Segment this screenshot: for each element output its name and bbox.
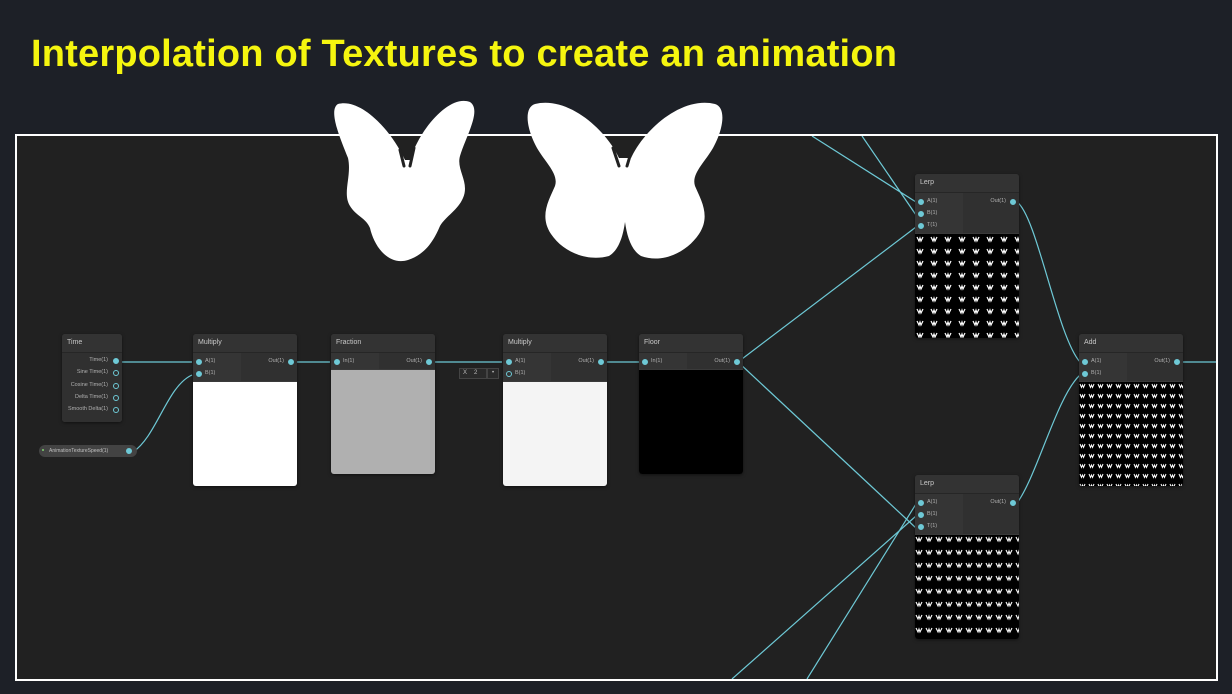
node-preview bbox=[331, 370, 435, 474]
port-label: Sine Time(1) bbox=[76, 369, 108, 375]
port-label: Smooth Delta(1) bbox=[67, 406, 108, 412]
node-title: Multiply bbox=[503, 334, 607, 353]
port-label: Delta Time(1) bbox=[74, 394, 108, 400]
port-label: Cosine Time(1) bbox=[70, 382, 108, 388]
multiply-node[interactable]: Multiply A(1) B(1) Out(1) bbox=[193, 334, 297, 486]
output-port[interactable] bbox=[1010, 199, 1016, 205]
node-title: Lerp bbox=[915, 174, 1019, 193]
output-port[interactable] bbox=[426, 359, 432, 365]
port-label: Out(1) bbox=[990, 198, 1006, 204]
port-label: A(1) bbox=[515, 358, 526, 364]
slide-title: Interpolation of Textures to create an a… bbox=[31, 33, 898, 75]
output-port[interactable] bbox=[1174, 359, 1180, 365]
input-port-a[interactable] bbox=[1082, 359, 1088, 365]
output-port[interactable] bbox=[1010, 500, 1016, 506]
port-label: B(1) bbox=[927, 210, 938, 216]
port-label: B(1) bbox=[927, 511, 938, 517]
node-preview bbox=[1079, 382, 1183, 486]
port-label: T(1) bbox=[927, 523, 938, 529]
input-port-b[interactable] bbox=[506, 371, 512, 377]
inline-port-connector: • bbox=[487, 368, 499, 379]
inline-value-field[interactable]: X 2 bbox=[459, 368, 487, 379]
port-label: Out(1) bbox=[714, 358, 730, 364]
port-label: B(1) bbox=[1091, 370, 1102, 376]
node-title: Floor bbox=[639, 334, 743, 353]
fraction-node[interactable]: Fraction In(1) Out(1) bbox=[331, 334, 435, 474]
input-port[interactable] bbox=[642, 359, 648, 365]
output-port[interactable] bbox=[113, 383, 119, 389]
add-node[interactable]: Add A(1) B(1) Out(1) bbox=[1079, 334, 1183, 486]
input-port-a[interactable] bbox=[918, 199, 924, 205]
port-label: A(1) bbox=[205, 358, 216, 364]
port-label: Out(1) bbox=[1154, 358, 1170, 364]
node-title: Multiply bbox=[193, 334, 297, 353]
port-label: T(1) bbox=[927, 222, 938, 228]
value-text: 2 bbox=[474, 370, 478, 376]
port-label: Out(1) bbox=[406, 358, 422, 364]
node-preview bbox=[915, 535, 1019, 639]
node-title: Lerp bbox=[915, 475, 1019, 494]
port-label: In(1) bbox=[343, 358, 355, 364]
port-label: Time(1) bbox=[89, 357, 108, 363]
output-port[interactable] bbox=[113, 370, 119, 376]
output-port[interactable] bbox=[734, 359, 740, 365]
input-port-a[interactable] bbox=[918, 500, 924, 506]
texture-speed-property-node[interactable]: AnimationTextureSpeed(1) bbox=[39, 445, 137, 457]
lerp-node-top[interactable]: Lerp A(1) B(1) T(1) Out(1) bbox=[915, 174, 1019, 338]
node-preview bbox=[503, 382, 607, 486]
butterfly-wings-closed-icon bbox=[334, 100, 475, 262]
port-label: A(1) bbox=[927, 499, 938, 505]
output-port[interactable] bbox=[288, 359, 294, 365]
input-port-t[interactable] bbox=[918, 524, 924, 530]
butterfly-wings-open-icon bbox=[527, 102, 723, 259]
node-preview bbox=[639, 370, 743, 474]
output-port[interactable] bbox=[113, 395, 119, 401]
port-label: A(1) bbox=[927, 198, 938, 204]
port-label: A(1) bbox=[1091, 358, 1102, 364]
input-port-b[interactable] bbox=[918, 211, 924, 217]
property-indicator bbox=[42, 449, 44, 451]
node-title: Time bbox=[62, 334, 122, 353]
output-port[interactable] bbox=[126, 448, 132, 454]
output-port[interactable] bbox=[113, 358, 119, 364]
input-port[interactable] bbox=[334, 359, 340, 365]
floor-node[interactable]: Floor In(1) Out(1) bbox=[639, 334, 743, 474]
port-label: Out(1) bbox=[990, 499, 1006, 505]
multiply-node-2[interactable]: Multiply A(1) B(1) Out(1) bbox=[503, 334, 607, 486]
axis-label: X bbox=[463, 370, 468, 376]
property-label: AnimationTextureSpeed(1) bbox=[49, 448, 109, 454]
node-title: Fraction bbox=[331, 334, 435, 353]
lerp-node-bottom[interactable]: Lerp A(1) B(1) T(1) Out(1) bbox=[915, 475, 1019, 639]
input-port-b[interactable] bbox=[918, 512, 924, 518]
port-label: B(1) bbox=[205, 370, 216, 376]
node-title: Add bbox=[1079, 334, 1183, 353]
node-preview bbox=[915, 234, 1019, 338]
input-port-a[interactable] bbox=[506, 359, 512, 365]
input-port-b[interactable] bbox=[1082, 371, 1088, 377]
port-label: Out(1) bbox=[578, 358, 594, 364]
input-port-a[interactable] bbox=[196, 359, 202, 365]
port-label: B(1) bbox=[515, 370, 526, 376]
node-preview bbox=[193, 382, 297, 486]
time-node[interactable]: Time Time(1) Sine Time(1) Cosine Time(1)… bbox=[62, 334, 122, 422]
input-port-b[interactable] bbox=[196, 371, 202, 377]
output-port[interactable] bbox=[113, 407, 119, 413]
port-label: In(1) bbox=[651, 358, 663, 364]
port-label: Out(1) bbox=[268, 358, 284, 364]
input-port-t[interactable] bbox=[918, 223, 924, 229]
output-port[interactable] bbox=[598, 359, 604, 365]
